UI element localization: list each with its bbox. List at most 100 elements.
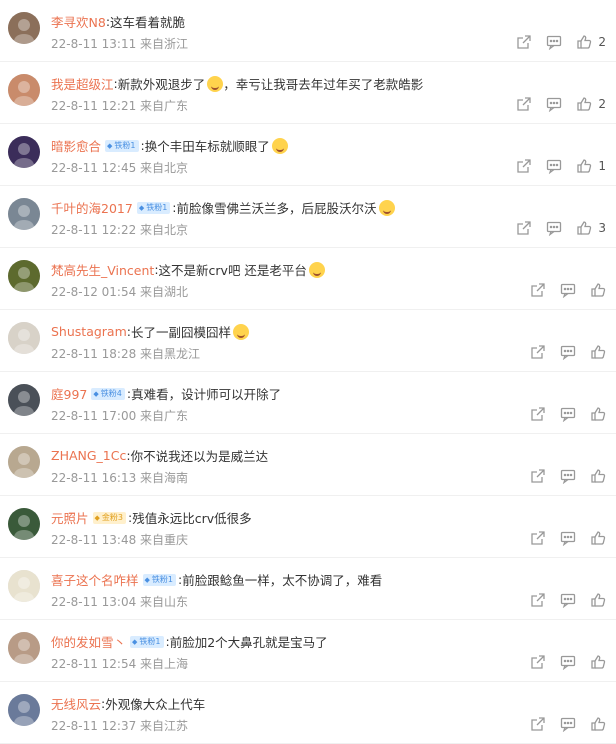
like-count: 2 (598, 35, 606, 49)
like-icon[interactable] (590, 344, 606, 360)
comment-meta: 22-8-11 18:28 来自黑龙江 (51, 347, 201, 361)
diamond-icon: ◆ (93, 389, 99, 398)
comment-actions (516, 406, 606, 422)
comment-item: 喜子这个名咋样 ◆ 铁粉1: 前脸跟鲶鱼一样，太不协调了，难看 22-8-11 13:0… (0, 558, 616, 620)
comment-text: 这不是新crv吧 还是老平台 (158, 263, 307, 278)
avatar[interactable] (8, 632, 40, 664)
avatar[interactable] (8, 74, 40, 106)
comment-meta: 22-8-11 16:13 来自海南 (51, 471, 189, 485)
avatar[interactable] (8, 570, 40, 602)
fan-badge[interactable]: ◆ 铁粉1 (136, 201, 171, 214)
diamond-icon: ◆ (132, 637, 138, 646)
comment-line: 喜子这个名咋样 ◆ 铁粉1: 前脸跟鲶鱼一样，太不协调了，难看 (51, 570, 382, 589)
share-icon[interactable] (530, 282, 546, 298)
comment-icon[interactable] (546, 220, 562, 236)
username-link[interactable]: 我是超级江 (51, 74, 114, 93)
avatar[interactable] (8, 508, 40, 540)
avatar[interactable] (8, 198, 40, 230)
like-icon[interactable] (590, 592, 606, 608)
comment-icon[interactable] (546, 158, 562, 174)
comment-item: 李寻欢N8: 这车看着就脆 22-8-11 13:11 来自浙江 2 (0, 0, 616, 62)
like-icon[interactable] (590, 282, 606, 298)
comment-line: 我是超级江: 新款外观退步了 ，幸亏让我哥去年过年买了老款皓影 (51, 74, 423, 93)
avatar[interactable] (8, 322, 40, 354)
avatar[interactable] (8, 694, 40, 726)
avatar[interactable] (8, 384, 40, 416)
comment-actions (516, 654, 606, 670)
comment-icon[interactable] (560, 716, 576, 732)
username-link[interactable]: ZHANG_1Cc (51, 448, 126, 463)
username-link[interactable]: 元照片 (51, 508, 89, 527)
avatar[interactable] (8, 446, 40, 478)
share-icon[interactable] (516, 34, 532, 50)
comment-icon[interactable] (560, 592, 576, 608)
like-icon[interactable]: 3 (576, 220, 606, 236)
comment-text: 外观像大众上代车 (105, 697, 206, 712)
comment-line: 元照片 ◆ 金粉3: 残值永远比crv低很多 (51, 508, 252, 527)
share-icon[interactable] (516, 158, 532, 174)
share-icon[interactable] (516, 96, 532, 112)
comment-icon[interactable] (560, 530, 576, 546)
comment-meta: 22-8-11 13:04 来自山东 (51, 595, 189, 609)
avatar[interactable] (8, 136, 40, 168)
comment-icon[interactable] (546, 96, 562, 112)
diamond-icon: ◆ (107, 141, 113, 150)
like-icon[interactable] (590, 468, 606, 484)
share-icon[interactable] (530, 406, 546, 422)
emoji-icon (207, 75, 224, 92)
username-link[interactable]: Shustagram (51, 324, 127, 339)
comment-item: ZHANG_1Cc: 你不说我还以为是威兰达 22-8-11 16:13 来自海南 (0, 434, 616, 496)
share-icon[interactable] (530, 592, 546, 608)
fan-badge[interactable]: ◆ 铁粉1 (105, 139, 139, 152)
like-icon[interactable]: 1 (576, 158, 606, 174)
comment-icon[interactable] (560, 654, 576, 670)
share-icon[interactable] (530, 468, 546, 484)
comment-meta: 22-8-11 12:37 来自江苏 (51, 719, 189, 733)
share-icon[interactable] (530, 716, 546, 732)
comment-icon[interactable] (560, 468, 576, 484)
like-icon[interactable] (590, 530, 606, 546)
comment-meta: 22-8-11 12:21 来自广东 (51, 99, 189, 113)
like-icon[interactable]: 2 (576, 96, 606, 112)
badge-label: 金粉3 (101, 512, 123, 522)
comment-meta: 22-8-11 12:45 来自北京 (51, 161, 189, 175)
share-icon[interactable] (530, 654, 546, 670)
fan-badge[interactable]: ◆ 铁粉1 (142, 573, 176, 586)
fan-badge[interactable]: ◆ 铁粉4 (91, 387, 125, 400)
username-link[interactable]: 无线风云 (51, 694, 101, 713)
username-link[interactable]: 千叶的海2017 (51, 198, 133, 217)
username-link[interactable]: 梵高先生_Vincent (51, 260, 154, 279)
comment-icon[interactable] (560, 406, 576, 422)
comment-icon[interactable] (560, 282, 576, 298)
share-icon[interactable] (516, 220, 532, 236)
username-link[interactable]: 李寻欢N8 (51, 12, 106, 31)
comment-icon[interactable] (560, 344, 576, 360)
avatar[interactable] (8, 260, 40, 292)
share-icon[interactable] (530, 344, 546, 360)
emoji-icon (233, 323, 249, 340)
comment-line: ZHANG_1Cc: 你不说我还以为是威兰达 (51, 446, 268, 465)
comment-actions (516, 282, 606, 298)
comment-actions: 3 (502, 220, 606, 236)
comment-line: 暗影愈合 ◆ 铁粉1: 换个丰田车标就顺眼了 (51, 136, 288, 155)
comment-line: 千叶的海2017 ◆ 铁粉1: 前脸像雪佛兰沃兰多，后屁股沃尔沃 (51, 198, 395, 217)
like-icon[interactable] (590, 716, 606, 732)
like-icon[interactable]: 2 (576, 34, 606, 50)
comment-meta: 22-8-11 13:48 来自重庆 (51, 533, 189, 547)
username-link[interactable]: 你的发如雪丶 (51, 632, 126, 651)
username-link[interactable]: 喜子这个名咋样 (51, 570, 139, 589)
username-link[interactable]: 庭997 (51, 384, 87, 403)
username-link[interactable]: 暗影愈合 (51, 136, 101, 155)
comment-icon[interactable] (546, 34, 562, 50)
fan-badge[interactable]: ◆ 铁粉1 (130, 635, 164, 648)
like-icon[interactable] (590, 406, 606, 422)
avatar[interactable] (8, 12, 40, 44)
diamond-icon: ◆ (138, 203, 145, 212)
share-icon[interactable] (530, 530, 546, 546)
fan-badge[interactable]: ◆ 金粉3 (92, 511, 126, 524)
comment-text: 长了一副囧模囧样 (130, 325, 231, 340)
comment-item: 无线风云: 外观像大众上代车 22-8-11 12:37 来自江苏 (0, 682, 616, 744)
comment-item: 我是超级江: 新款外观退步了 ，幸亏让我哥去年过年买了老款皓影 22-8-11 12:… (0, 62, 616, 124)
comment-line: 李寻欢N8: 这车看着就脆 (51, 12, 185, 31)
like-icon[interactable] (590, 654, 606, 670)
